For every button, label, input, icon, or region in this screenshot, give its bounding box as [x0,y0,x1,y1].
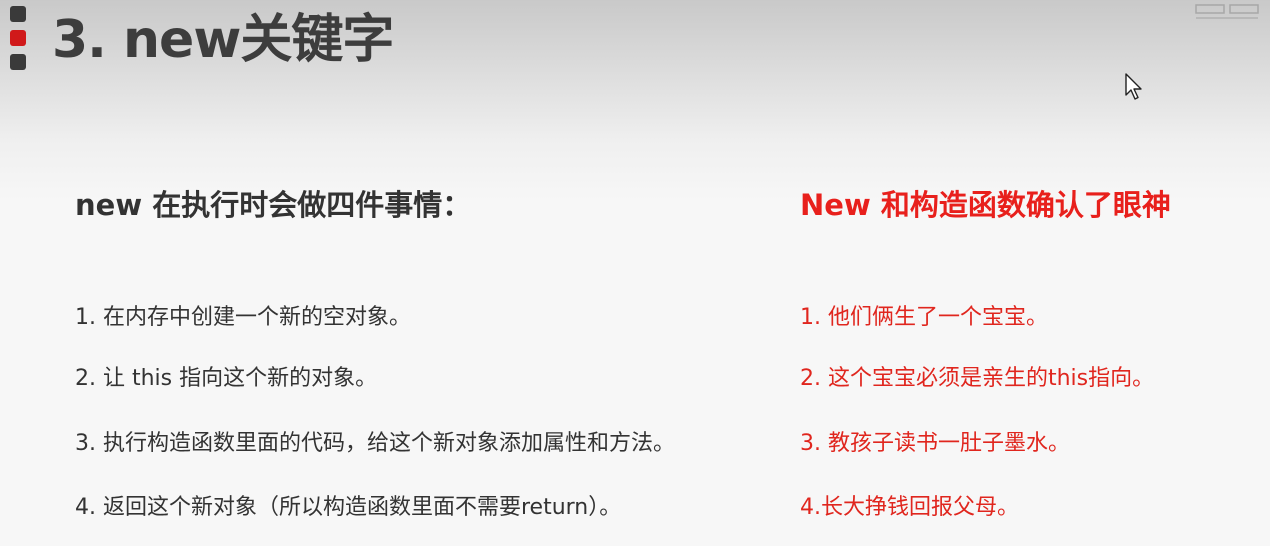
analogy-item-2: 2. 这个宝宝必须是亲生的this指向。 [800,366,1155,391]
marker-block-middle [10,30,26,46]
mouse-pointer-icon [1125,73,1142,100]
analogy-heading: New 和构造函数确认了眼神 [800,188,1171,222]
analogy-item-3: 3. 教孩子读书一肚子墨水。 [800,431,1070,456]
marker-block-bottom [10,54,26,70]
step-item-1: 1. 在内存中创建一个新的空对象。 [75,305,411,330]
step-item-2: 2. 让 this 指向这个新的对象。 [75,366,378,391]
three-block-bullet-icon [10,6,26,70]
analogy-column: New 和构造函数确认了眼神 1. 他们俩生了一个宝宝。 2. 这个宝宝必须是亲… [800,183,1260,520]
analogy-item-1: 1. 他们俩生了一个宝宝。 [800,305,1048,330]
marker-block-top [10,6,26,22]
steps-column: new 在执行时会做四件事情： 1. 在内存中创建一个新的空对象。 2. 让 t… [75,183,775,520]
steps-heading: new 在执行时会做四件事情： [75,188,472,222]
page-title: 3. new关键字 [52,10,394,70]
analogy-item-4: 4.长大挣钱回报父母。 [800,495,1019,520]
step-item-3: 3. 执行构造函数里面的代码，给这个新对象添加属性和方法。 [75,431,675,456]
step-item-4: 4. 返回这个新对象（所以构造函数里面不需要return）。 [75,495,622,520]
window-controls-icon[interactable] [1194,2,1262,22]
